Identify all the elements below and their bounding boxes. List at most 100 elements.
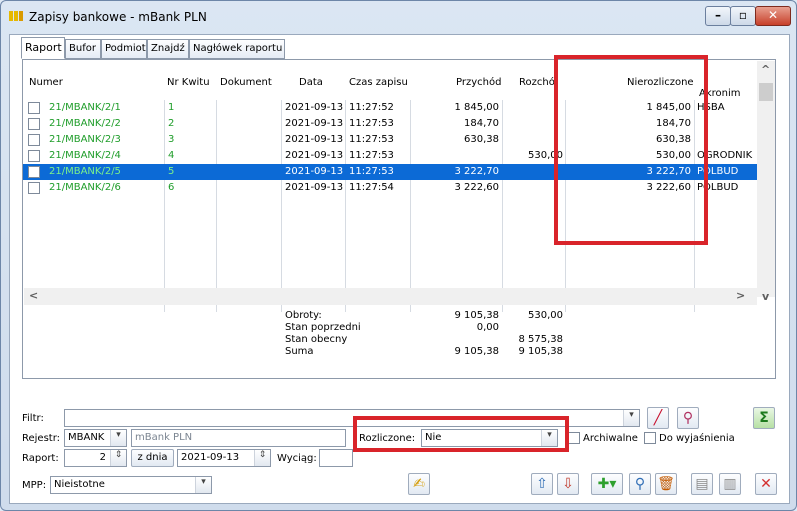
archiwalne-label: Archiwalne xyxy=(583,433,638,444)
maximize-icon: ▫ xyxy=(738,8,748,22)
summary-przychod-obroty: 9 105,38 xyxy=(454,310,499,321)
rejestr-label: Rejestr: xyxy=(22,433,61,444)
do-wyjasnienia-checkbox[interactable] xyxy=(644,432,656,444)
cell-nr-kwitu: 2 xyxy=(168,118,175,129)
wrench-icon: ⚲ xyxy=(682,410,694,426)
wyciag-label: Wyciąg: xyxy=(277,453,317,464)
summary-rozchod-obroty: 530,00 xyxy=(528,310,563,321)
plus-icon: ✚▾ xyxy=(597,476,617,492)
cell-czas: 11:27:53 xyxy=(349,166,394,177)
preview-button[interactable]: ⚲ xyxy=(629,473,651,495)
cell-numer: 21/MBANK/2/3 xyxy=(49,134,121,145)
window: Zapisy bankowe - mBank PLN – ▫ ✕ Raport … xyxy=(0,0,797,511)
app-icon xyxy=(9,11,23,21)
row-checkbox[interactable] xyxy=(28,182,40,194)
scroll-left-icon[interactable]: < xyxy=(29,289,38,302)
cell-nr-kwitu: 4 xyxy=(168,150,175,161)
mpp-select[interactable]: Nieistotne ▾ xyxy=(50,476,212,494)
import-icon: ⇩ xyxy=(562,476,574,492)
vertical-scrollbar[interactable]: ^ xyxy=(757,61,775,297)
tab-bufor[interactable]: Bufor xyxy=(65,39,101,59)
cell-nr-kwitu: 6 xyxy=(168,182,175,193)
row-checkbox[interactable] xyxy=(28,102,40,114)
cell-data: 2021-09-13 xyxy=(285,166,344,177)
minimize-button[interactable]: – xyxy=(705,6,731,26)
minimize-icon: – xyxy=(715,8,721,22)
spinner-icon[interactable]: ⇕ xyxy=(110,450,126,466)
cell-numer: 21/MBANK/2/6 xyxy=(49,182,121,193)
summary-label-obroty: Obroty: xyxy=(285,310,322,321)
tab-naglowek-raportu[interactable]: Nagłówek raportu xyxy=(189,39,285,59)
archiwalne-checkbox[interactable] xyxy=(568,432,580,444)
filtr-label: Filtr: xyxy=(22,413,44,424)
tab-raport[interactable]: Raport xyxy=(21,37,65,59)
close-icon: ✕ xyxy=(767,8,779,22)
highlight-nierozliczone-column xyxy=(554,55,708,245)
close-icon: ✕ xyxy=(760,476,772,492)
hand-money-icon: ✍ xyxy=(413,476,425,492)
cell-numer: 21/MBANK/2/4 xyxy=(49,150,121,161)
rejestr-select[interactable]: MBANK ▾ xyxy=(64,429,127,447)
wyciag-input[interactable] xyxy=(319,449,353,467)
cell-przychod: 630,38 xyxy=(464,134,499,145)
delete-button[interactable]: 🗑 xyxy=(655,473,677,495)
rejestr-name: mBank PLN xyxy=(135,432,193,443)
printer-icon: ▤ xyxy=(695,476,709,492)
close-window-button[interactable]: ✕ xyxy=(755,6,791,26)
row-checkbox[interactable] xyxy=(28,134,40,146)
row-checkbox[interactable] xyxy=(28,118,40,130)
sum-button[interactable]: Σ xyxy=(753,407,775,429)
add-button[interactable]: ✚▾ xyxy=(591,473,623,495)
chevron-down-icon[interactable]: ▾ xyxy=(110,430,126,446)
cell-nr-kwitu: 3 xyxy=(168,134,175,145)
pencil-icon: ╱ xyxy=(653,410,663,426)
summary-rozchod-stan-obecny: 8 575,38 xyxy=(518,334,563,345)
rejestr-value: MBANK xyxy=(68,432,105,443)
export-button[interactable]: ⇧ xyxy=(531,473,553,495)
chevron-down-icon[interactable]: ▾ xyxy=(195,477,211,493)
rejestr-name-field: mBank PLN xyxy=(131,429,346,447)
settle-button[interactable]: ✍ xyxy=(408,473,430,495)
magnifier-icon: ⚲ xyxy=(634,476,646,492)
summary-label-stan-obecny: Stan obecny xyxy=(285,334,348,345)
cell-czas: 11:27:52 xyxy=(349,102,394,113)
close-button[interactable]: ✕ xyxy=(755,473,777,495)
summary-przychod-suma: 9 105,38 xyxy=(454,346,499,357)
maximize-button[interactable]: ▫ xyxy=(730,6,756,26)
row-checkbox[interactable] xyxy=(28,166,40,178)
cell-przychod: 3 222,70 xyxy=(454,166,499,177)
print-button[interactable]: ▤ xyxy=(691,473,713,495)
mpp-label: MPP: xyxy=(22,480,47,491)
summary-label-suma: Suma xyxy=(285,346,314,357)
z-dnia-label: z dnia xyxy=(137,452,168,463)
cell-nr-kwitu: 5 xyxy=(168,166,175,177)
z-dnia-date-input[interactable]: 2021-09-13 ⇕ xyxy=(177,449,271,467)
import-button[interactable]: ⇩ xyxy=(557,473,579,495)
horizontal-scrollbar[interactable]: < > xyxy=(24,288,757,305)
filter-builder-button[interactable]: ⚲ xyxy=(677,407,699,429)
filter-pencil-button[interactable]: ╱ xyxy=(647,407,669,429)
summary-przychod-stan-poprzedni: 0,00 xyxy=(476,322,499,333)
scroll-up-icon[interactable]: ^ xyxy=(761,63,770,76)
cell-czas: 11:27:53 xyxy=(349,118,394,129)
z-dnia-button[interactable]: z dnia xyxy=(131,449,174,467)
cell-czas: 11:27:54 xyxy=(349,182,394,193)
window-title: Zapisy bankowe - mBank PLN xyxy=(29,10,207,24)
cell-czas: 11:27:53 xyxy=(349,134,394,145)
vertical-scroll-thumb[interactable] xyxy=(759,83,773,101)
raport-number-input[interactable]: 2 ⇕ xyxy=(64,449,127,467)
summary-label-stan-poprzedni: Stan poprzedni xyxy=(285,322,361,333)
raport-label: Raport: xyxy=(22,453,59,464)
cell-data: 2021-09-13 xyxy=(285,134,344,145)
chevron-down-icon[interactable]: ▾ xyxy=(623,410,639,426)
scroll-down-icon[interactable]: v xyxy=(762,290,769,303)
cell-numer: 21/MBANK/2/2 xyxy=(49,118,121,129)
tab-znajdz[interactable]: Znajdź xyxy=(147,39,189,59)
tab-podmiot[interactable]: Podmiot xyxy=(101,39,147,59)
spinner-icon[interactable]: ⇕ xyxy=(254,450,270,466)
z-dnia-value: 2021-09-13 xyxy=(181,452,240,463)
do-wyjasnienia-label: Do wyjaśnienia xyxy=(659,433,735,444)
print-options-button[interactable]: ▥ xyxy=(719,473,741,495)
scroll-right-icon[interactable]: > xyxy=(736,289,745,302)
row-checkbox[interactable] xyxy=(28,150,40,162)
